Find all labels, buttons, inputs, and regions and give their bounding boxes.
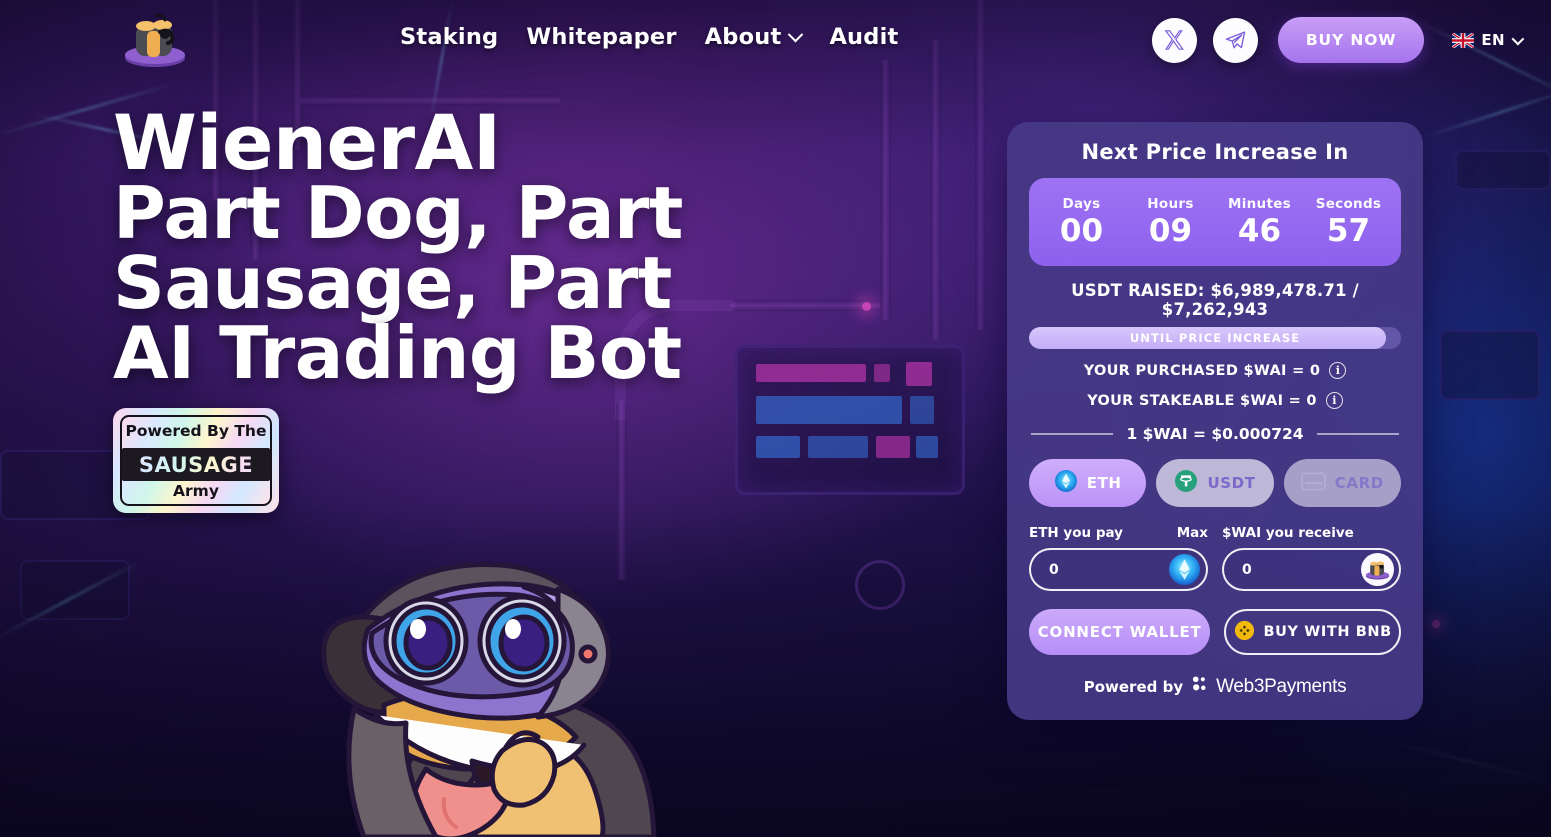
countdown-hours: Hours 09 xyxy=(1135,196,1207,248)
x-twitter-icon xyxy=(1164,30,1185,50)
payment-method-tabs: ETH USDT CARD xyxy=(1029,459,1401,507)
receive-field-label: $WAI you receive xyxy=(1222,525,1354,541)
receive-field-head: $WAI you receive xyxy=(1222,525,1401,541)
header-actions: BUY NOW EN xyxy=(1151,17,1525,63)
nav-staking[interactable]: Staking xyxy=(400,24,498,50)
countdown-days-value: 00 xyxy=(1059,213,1104,249)
pay-field-label: ETH you pay xyxy=(1029,525,1123,541)
stakeable-wai-text: YOUR STAKEABLE $WAI = 0 xyxy=(1087,392,1317,409)
usdt-raised-text: USDT RAISED: $6,989,478.71 / $7,262,943 xyxy=(1071,281,1359,319)
hero-section: WienerAI Part Dog, Part Sausage, Part AI… xyxy=(113,98,943,513)
receive-field-group: $WAI you receive xyxy=(1222,525,1401,591)
powered-by-brand: Web3Payments xyxy=(1216,675,1347,697)
info-icon[interactable]: i xyxy=(1329,362,1347,379)
badge-line-bottom: Army xyxy=(173,481,219,500)
pay-tab-usdt-label: USDT xyxy=(1207,474,1256,492)
wai-token-icon xyxy=(1361,553,1394,586)
page-title: WienerAI Part Dog, Part Sausage, Part AI… xyxy=(113,98,943,395)
badge-line-middle: SAUSAGE xyxy=(122,448,270,481)
nav-about-label[interactable]: About xyxy=(705,24,782,50)
pay-tab-card-label: CARD xyxy=(1334,474,1384,492)
countdown-minutes-value: 46 xyxy=(1237,213,1282,249)
nav-about[interactable]: About xyxy=(705,24,804,50)
powered-by-prefix: Powered by xyxy=(1083,677,1184,696)
countdown-hours-label: Hours xyxy=(1147,196,1194,212)
hero-title-line-3: AI Trading Bot xyxy=(113,311,682,395)
dachshund-vr-mascot xyxy=(276,537,696,837)
sausage-army-badge: Powered By The Army SAUSAGE xyxy=(113,408,279,513)
dachshund-vr-mascot-icon xyxy=(321,561,657,837)
language-code: EN xyxy=(1481,31,1505,49)
presale-widget: Next Price Increase In Days 00 Hours 09 … xyxy=(1007,122,1423,720)
social-x[interactable] xyxy=(1151,17,1197,63)
pay-tab-usdt[interactable]: USDT xyxy=(1156,459,1274,507)
divider-right xyxy=(1316,433,1400,435)
divider-left xyxy=(1031,433,1114,435)
presale-progress-bar: UNTIL PRICE INCREASE xyxy=(1029,327,1401,349)
swap-fields: ETH you pay Max 0 $WAI you receive 0 xyxy=(1029,525,1401,591)
buy-now-button[interactable]: BUY NOW xyxy=(1277,17,1425,63)
hero-title-line-1: WienerAI xyxy=(113,98,501,187)
presale-progress-label: UNTIL PRICE INCREASE xyxy=(1129,331,1301,345)
credit-card-icon xyxy=(1300,471,1326,495)
hero-title-line-2: Part Dog, Part Sausage, Part xyxy=(113,171,683,325)
uk-flag-icon xyxy=(1452,32,1475,48)
ethereum-icon xyxy=(1054,469,1078,497)
pay-field-group: ETH you pay Max xyxy=(1029,525,1208,591)
pay-field-head: ETH you pay Max xyxy=(1029,525,1208,541)
pay-tab-eth[interactable]: ETH xyxy=(1029,459,1147,507)
bnb-coin-icon xyxy=(1234,620,1255,645)
countdown-days: Days 00 xyxy=(1046,196,1118,248)
purchased-wai-text: YOUR PURCHASED $WAI = 0 xyxy=(1083,362,1321,379)
countdown-seconds-label: Seconds xyxy=(1315,196,1382,212)
stakeable-wai-row: YOUR STAKEABLE $WAI = 0 i xyxy=(1029,392,1401,409)
sausage-plate-logo-icon xyxy=(125,13,185,67)
language-selector[interactable]: EN xyxy=(1452,31,1525,49)
web3payments-icon xyxy=(1191,675,1208,698)
countdown-minutes: Minutes 46 xyxy=(1224,196,1296,248)
info-icon[interactable]: i xyxy=(1325,392,1343,409)
pay-tab-card[interactable]: CARD xyxy=(1283,459,1401,507)
countdown-seconds: Seconds 57 xyxy=(1313,196,1385,248)
tether-icon xyxy=(1174,469,1198,497)
countdown-hours-value: 09 xyxy=(1148,213,1193,249)
receive-input-box[interactable] xyxy=(1222,548,1401,591)
ethereum-icon xyxy=(1168,553,1201,586)
countdown-timer: Days 00 Hours 09 Minutes 46 Seconds 57 xyxy=(1029,178,1401,266)
purchased-wai-row: YOUR PURCHASED $WAI = 0 i xyxy=(1029,362,1401,379)
telegram-icon xyxy=(1225,30,1246,48)
nav-whitepaper[interactable]: Whitepaper xyxy=(526,24,676,50)
wallet-actions: CONNECT WALLET BUY WITH BNB xyxy=(1029,609,1401,655)
presale-title: Next Price Increase In xyxy=(1081,140,1349,164)
main-nav: Staking Whitepaper About Audit xyxy=(400,24,898,50)
countdown-seconds-value: 57 xyxy=(1326,213,1371,249)
brand-logo[interactable] xyxy=(120,8,190,74)
nav-audit[interactable]: Audit xyxy=(829,24,898,50)
connect-wallet-button[interactable]: CONNECT WALLET xyxy=(1029,609,1211,655)
chevron-down-icon xyxy=(1511,32,1525,45)
buy-with-bnb-button[interactable]: BUY WITH BNB xyxy=(1224,609,1401,655)
token-rate-text: 1 $WAI = $0.000724 xyxy=(1126,425,1304,443)
countdown-minutes-label: Minutes xyxy=(1227,196,1292,212)
chevron-down-icon xyxy=(788,26,804,42)
badge-line-top: Powered By The xyxy=(125,421,267,440)
site-header: Staking Whitepaper About Audit BUY NOW E… xyxy=(0,0,1551,82)
pay-tab-eth-label: ETH xyxy=(1086,474,1122,492)
social-telegram[interactable] xyxy=(1212,17,1258,63)
buy-with-bnb-label: BUY WITH BNB xyxy=(1263,624,1392,640)
token-rate-row: 1 $WAI = $0.000724 xyxy=(1031,425,1400,443)
powered-by-row: Powered by Web3Payments xyxy=(1029,675,1401,698)
countdown-days-label: Days xyxy=(1062,196,1101,212)
max-button[interactable]: Max xyxy=(1177,525,1208,541)
pay-input-box[interactable] xyxy=(1029,548,1208,591)
